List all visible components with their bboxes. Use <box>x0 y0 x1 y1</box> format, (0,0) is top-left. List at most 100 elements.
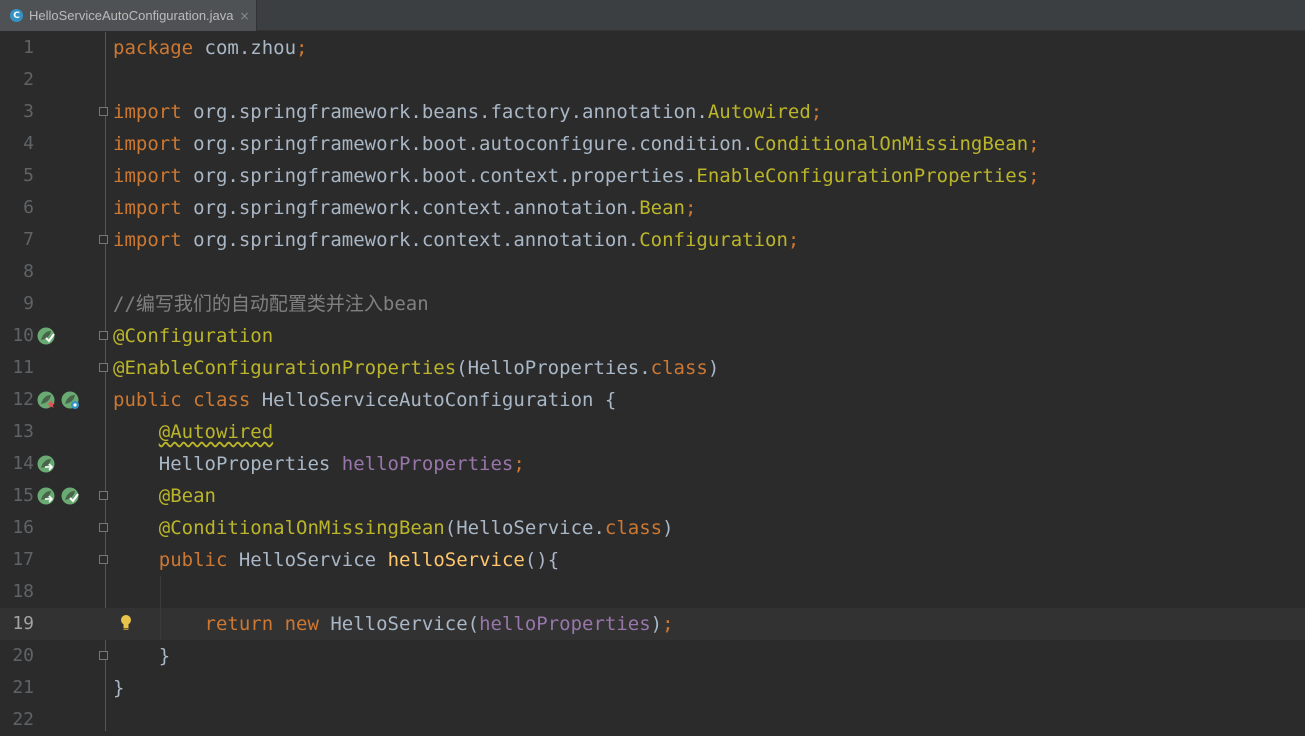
code-text[interactable]: } <box>113 672 124 704</box>
code-token: @ConditionalOnMissingBean <box>158 517 445 539</box>
code-token: } <box>113 677 125 699</box>
fold-marker-icon[interactable] <box>99 235 108 244</box>
line-number[interactable]: 19 <box>0 608 34 640</box>
code-line[interactable]: 14 HelloProperties helloProperties; <box>0 448 1305 480</box>
line-number[interactable]: 14 <box>0 448 34 480</box>
code-token: org.springframework.context.annotation. <box>193 197 640 219</box>
code-line[interactable]: 6 import org.springframework.context.anno… <box>0 192 1305 224</box>
code-token: class <box>650 357 708 379</box>
code-token: } <box>113 645 171 667</box>
spring-bean-check-icon[interactable] <box>36 326 56 346</box>
code-text[interactable]: @Autowired <box>113 416 273 448</box>
code-line[interactable]: 2 <box>0 64 1305 96</box>
code-editor[interactable]: 1 package com.zhou; 2 3 import org.springfra… <box>0 32 1305 731</box>
code-text[interactable]: import org.springframework.boot.context.… <box>113 160 1040 192</box>
line-number[interactable]: 10 <box>0 320 34 352</box>
line-number[interactable]: 17 <box>0 544 34 576</box>
close-tab-icon[interactable]: × <box>240 9 250 23</box>
spring-bean-method-icon[interactable] <box>36 486 56 506</box>
code-text[interactable]: @EnableConfigurationProperties(HelloProp… <box>113 352 719 384</box>
fold-marker-icon[interactable] <box>99 555 108 564</box>
code-token: ) <box>662 517 674 539</box>
line-number[interactable]: 12 <box>0 384 34 416</box>
code-text[interactable]: @ConditionalOnMissingBean(HelloService.c… <box>113 512 674 544</box>
fold-marker-icon[interactable] <box>99 331 108 340</box>
code-line[interactable]: 15 @Bean <box>0 480 1305 512</box>
code-line[interactable]: 1 package com.zhou; <box>0 32 1305 64</box>
code-text[interactable]: return new HelloService(helloProperties)… <box>113 608 674 640</box>
line-number[interactable]: 4 <box>0 128 34 160</box>
code-line[interactable]: 18 <box>0 576 1305 608</box>
code-text[interactable]: import org.springframework.context.annot… <box>113 192 696 224</box>
code-line[interactable]: 19 return new HelloService(helloProperti… <box>0 608 1305 640</box>
code-token: org.springframework.boot.context.propert… <box>193 165 697 187</box>
fold-marker-icon[interactable] <box>99 363 108 372</box>
spring-leaf-icon[interactable] <box>36 390 56 410</box>
code-text[interactable]: HelloProperties helloProperties; <box>113 448 525 480</box>
code-text[interactable]: @Configuration <box>113 320 273 352</box>
line-number[interactable]: 18 <box>0 576 34 608</box>
editor-tab-label: HelloServiceAutoConfiguration.java <box>29 8 234 23</box>
code-line[interactable]: 5 import org.springframework.boot.context… <box>0 160 1305 192</box>
code-token: public class <box>113 389 262 411</box>
code-text[interactable]: package com.zhou; <box>113 32 307 64</box>
code-text[interactable]: import org.springframework.boot.autoconf… <box>113 128 1040 160</box>
code-text[interactable]: public HelloService helloService(){ <box>113 544 559 576</box>
line-number[interactable]: 15 <box>0 480 34 512</box>
code-token: ; <box>787 229 800 251</box>
code-line[interactable]: 22 <box>0 704 1305 736</box>
fold-marker-icon[interactable] <box>99 523 108 532</box>
code-line[interactable]: 9 //编写我们的自动配置类并注入bean <box>0 288 1305 320</box>
code-line[interactable]: 3 import org.springframework.beans.factor… <box>0 96 1305 128</box>
code-token: return new <box>204 613 331 635</box>
code-token: ; <box>684 197 697 219</box>
line-number[interactable]: 6 <box>0 192 34 224</box>
line-number[interactable]: 7 <box>0 224 34 256</box>
code-line[interactable]: 8 <box>0 256 1305 288</box>
code-text[interactable]: public class HelloServiceAutoConfigurati… <box>113 384 616 416</box>
code-text[interactable]: //编写我们的自动配置类并注入bean <box>113 288 429 320</box>
spring-bean-navigate-icon[interactable] <box>60 390 80 410</box>
code-text[interactable]: @Bean <box>113 480 216 512</box>
code-token: Autowired <box>707 101 811 123</box>
code-line[interactable]: 16 @ConditionalOnMissingBean(HelloServic… <box>0 512 1305 544</box>
line-number[interactable]: 11 <box>0 352 34 384</box>
lightbulb-icon[interactable] <box>120 614 132 632</box>
fold-marker-icon[interactable] <box>99 491 108 500</box>
code-token: @Autowired <box>158 421 274 443</box>
code-token: ; <box>1028 165 1040 187</box>
editor-tab[interactable]: C HelloServiceAutoConfiguration.java × <box>0 0 257 31</box>
code-text[interactable]: } <box>113 640 170 672</box>
code-line[interactable]: 12 public class HelloServiceAutoConfigura… <box>0 384 1305 416</box>
fold-marker-icon[interactable] <box>99 107 108 116</box>
line-number[interactable]: 22 <box>0 704 34 736</box>
fold-marker-icon[interactable] <box>99 651 108 660</box>
spring-bean-check-icon[interactable] <box>60 486 80 506</box>
editor-tab-bar: C HelloServiceAutoConfiguration.java × <box>0 0 1305 31</box>
line-number[interactable]: 13 <box>0 416 34 448</box>
line-number[interactable]: 8 <box>0 256 34 288</box>
code-line[interactable]: 4 import org.springframework.boot.autocon… <box>0 128 1305 160</box>
line-number[interactable]: 16 <box>0 512 34 544</box>
code-line[interactable]: 13 @Autowired <box>0 416 1305 448</box>
spring-autowired-icon[interactable] <box>36 454 56 474</box>
code-token: @Configuration <box>113 325 274 347</box>
line-number[interactable]: 2 <box>0 64 34 96</box>
line-number[interactable]: 3 <box>0 96 34 128</box>
code-token: org.springframework.context.annotation. <box>193 229 640 251</box>
code-line[interactable]: 10 @Configuration <box>0 320 1305 352</box>
code-text[interactable]: import org.springframework.context.annot… <box>113 224 799 256</box>
code-text[interactable]: import org.springframework.beans.factory… <box>113 96 822 128</box>
line-number[interactable]: 5 <box>0 160 34 192</box>
code-line[interactable]: 20 } <box>0 640 1305 672</box>
code-token: EnableConfigurationProperties <box>696 165 1029 187</box>
code-line[interactable]: 17 public HelloService helloService(){ <box>0 544 1305 576</box>
line-number[interactable]: 1 <box>0 32 34 64</box>
code-line[interactable]: 7 import org.springframework.context.anno… <box>0 224 1305 256</box>
code-line[interactable]: 11 @EnableConfigurationProperties(HelloPr… <box>0 352 1305 384</box>
line-number[interactable]: 9 <box>0 288 34 320</box>
code-line[interactable]: 21} <box>0 672 1305 704</box>
line-number[interactable]: 20 <box>0 640 34 672</box>
line-number[interactable]: 21 <box>0 672 34 704</box>
